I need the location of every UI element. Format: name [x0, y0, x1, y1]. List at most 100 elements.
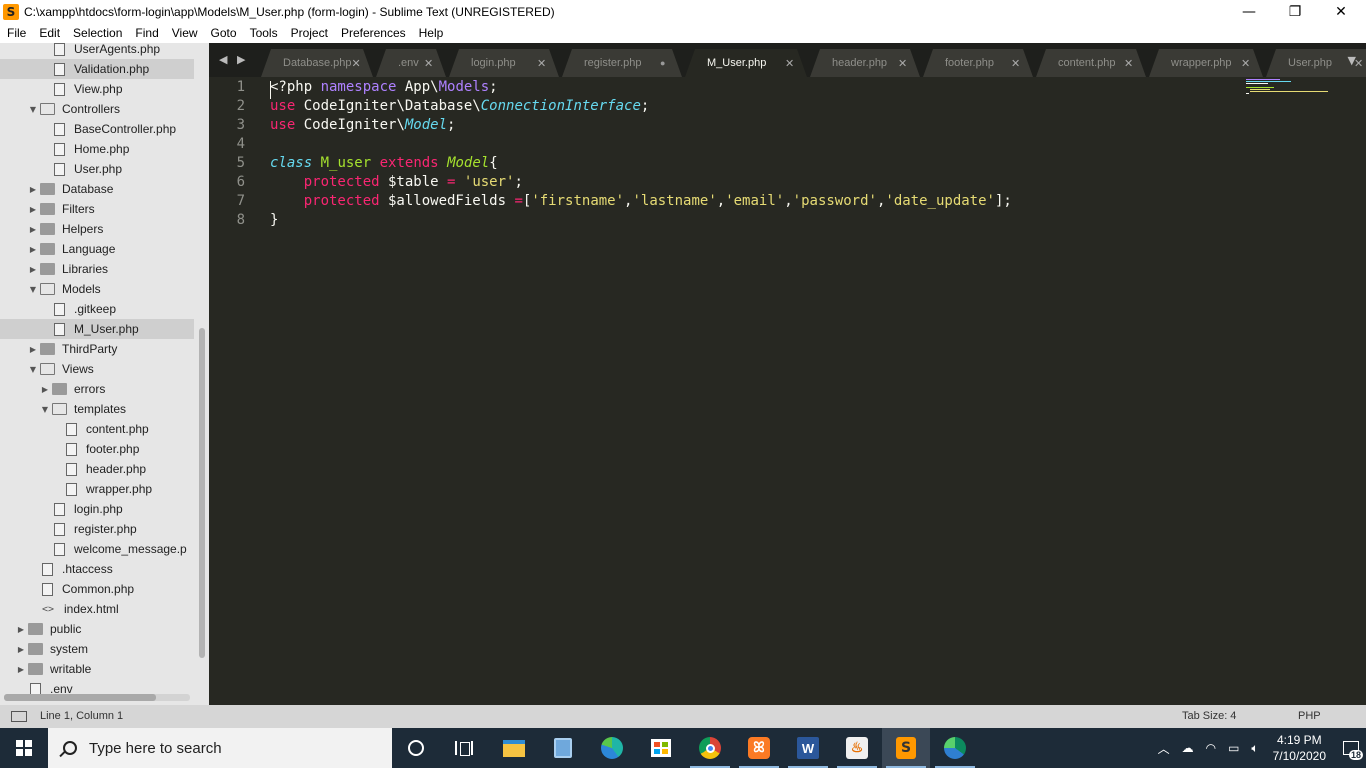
- collapsed-arrow-icon[interactable]: ▶: [28, 225, 38, 234]
- word-button[interactable]: W: [784, 728, 832, 768]
- tab-overflow-chevron-icon[interactable]: ▼: [1348, 54, 1356, 67]
- battery-icon[interactable]: ▭: [1228, 741, 1239, 755]
- sidebar-item[interactable]: ▶ Language: [0, 239, 194, 259]
- code-line[interactable]: protected $table = 'user';: [270, 173, 523, 192]
- tab-close-icon[interactable]: ✕: [1241, 57, 1263, 70]
- collapsed-arrow-icon[interactable]: ▶: [16, 625, 26, 634]
- chrome-button[interactable]: [686, 728, 734, 768]
- collapsed-arrow-icon[interactable]: ▶: [28, 185, 38, 194]
- file-explorer-button[interactable]: [490, 728, 538, 768]
- sidebar-item[interactable]: M_User.php: [0, 319, 194, 339]
- java-button[interactable]: ♨: [833, 728, 881, 768]
- taskbar-search-box[interactable]: Type here to search: [48, 728, 392, 768]
- collapsed-arrow-icon[interactable]: ▶: [28, 345, 38, 354]
- menu-file[interactable]: File: [0, 26, 32, 40]
- sidebar-item[interactable]: Common.php: [0, 579, 194, 599]
- sidebar-item[interactable]: ▼ Models: [0, 279, 194, 299]
- tab-close-icon[interactable]: ✕: [898, 57, 920, 70]
- cortana-button[interactable]: [392, 728, 440, 768]
- panel-toggle-icon[interactable]: [11, 711, 27, 722]
- collapsed-arrow-icon[interactable]: ▶: [16, 645, 26, 654]
- chevron-up-icon[interactable]: ︿: [1158, 740, 1170, 757]
- collapsed-arrow-icon[interactable]: ▶: [28, 205, 38, 214]
- sidebar-item[interactable]: UserAgents.php: [0, 43, 194, 59]
- sidebar-item[interactable]: ▶ public: [0, 619, 194, 639]
- restore-button[interactable]: ❐: [1272, 0, 1318, 23]
- tab[interactable]: .env ✕: [376, 49, 446, 77]
- collapsed-arrow-icon[interactable]: ▶: [16, 665, 26, 674]
- tab-close-icon[interactable]: ✕: [785, 57, 807, 70]
- collapsed-arrow-icon[interactable]: ▶: [28, 245, 38, 254]
- tab[interactable]: content.php ✕: [1036, 49, 1146, 77]
- sidebar-item[interactable]: ▼ Views: [0, 359, 194, 379]
- syntax-indicator[interactable]: PHP: [1298, 710, 1321, 722]
- tab-nav-arrows-icon[interactable]: ◀ ▶: [219, 53, 248, 66]
- editor-vertical-scrollbar[interactable]: [1355, 77, 1366, 705]
- sidebar-item[interactable]: welcome_message.p: [0, 539, 194, 559]
- code-line[interactable]: }: [270, 211, 278, 230]
- sidebar-item[interactable]: ▶ Helpers: [0, 219, 194, 239]
- tab[interactable]: register.php ●: [562, 49, 682, 77]
- menu-goto[interactable]: Goto: [204, 26, 243, 40]
- unsaved-dot-icon[interactable]: ●: [660, 58, 682, 68]
- code-line[interactable]: use CodeIgniter\Database\ConnectionInter…: [270, 97, 649, 116]
- tab[interactable]: header.php ✕: [810, 49, 920, 77]
- sidebar-item[interactable]: header.php: [0, 459, 194, 479]
- xampp-button[interactable]: ꕤ: [735, 728, 783, 768]
- menu-find[interactable]: Find: [128, 26, 164, 40]
- code-line[interactable]: class M_user extends Model{: [270, 154, 498, 173]
- sidebar-item[interactable]: content.php: [0, 419, 194, 439]
- minimap[interactable]: [1246, 79, 1332, 95]
- sidebar-item[interactable]: ▶ writable: [0, 659, 194, 679]
- sidebar-item[interactable]: login.php: [0, 499, 194, 519]
- sidebar-item[interactable]: Validation.php: [0, 59, 194, 79]
- start-button[interactable]: [0, 728, 48, 768]
- virtualbox-button[interactable]: [539, 728, 587, 768]
- sidebar-item[interactable]: ▶ Libraries: [0, 259, 194, 279]
- close-button[interactable]: ✕: [1318, 0, 1364, 23]
- sidebar-item[interactable]: register.php: [0, 519, 194, 539]
- edge-button[interactable]: [588, 728, 636, 768]
- tab[interactable]: Database.php ✕: [261, 49, 373, 77]
- menu-help[interactable]: Help: [412, 26, 450, 40]
- sidebar-item[interactable]: ▶ ThirdParty: [0, 339, 194, 359]
- tab-close-icon[interactable]: ✕: [352, 57, 374, 70]
- menu-edit[interactable]: Edit: [32, 26, 66, 40]
- sidebar-item[interactable]: View.php: [0, 79, 194, 99]
- tab-close-icon[interactable]: ✕: [1011, 57, 1033, 70]
- collapsed-arrow-icon[interactable]: ▶: [40, 385, 50, 394]
- sidebar-item[interactable]: .htaccess: [0, 559, 194, 579]
- sidebar-horizontal-scrollbar[interactable]: [4, 694, 156, 701]
- sidebar-item[interactable]: BaseController.php: [0, 119, 194, 139]
- store-button[interactable]: [637, 728, 685, 768]
- cloud-icon[interactable]: ☁: [1182, 741, 1194, 755]
- sidebar-item[interactable]: ▼ templates: [0, 399, 194, 419]
- expanded-arrow-icon[interactable]: ▼: [28, 365, 38, 374]
- tab-close-icon[interactable]: ✕: [537, 57, 559, 70]
- menu-selection[interactable]: Selection: [66, 26, 128, 40]
- wifi-icon[interactable]: ◠: [1206, 741, 1216, 755]
- sidebar-item[interactable]: <> index.html: [0, 599, 194, 619]
- tab[interactable]: login.php ✕: [449, 49, 559, 77]
- tab-close-icon[interactable]: ✕: [1124, 57, 1146, 70]
- expanded-arrow-icon[interactable]: ▼: [28, 105, 38, 114]
- code-line[interactable]: use CodeIgniter\Model;: [270, 116, 455, 135]
- menu-project[interactable]: Project: [284, 26, 334, 40]
- sidebar-item[interactable]: ▶ Filters: [0, 199, 194, 219]
- tab[interactable]: wrapper.php ✕: [1149, 49, 1263, 77]
- sidebar-vertical-scrollbar[interactable]: [199, 328, 205, 658]
- sidebar-item[interactable]: Home.php: [0, 139, 194, 159]
- edge-dev-button[interactable]: [931, 728, 979, 768]
- sublime-text-button[interactable]: S: [882, 728, 930, 768]
- sidebar-item[interactable]: footer.php: [0, 439, 194, 459]
- clock[interactable]: 4:19 PM 7/10/2020: [1273, 732, 1326, 764]
- tab-size-indicator[interactable]: Tab Size: 4: [1182, 710, 1236, 722]
- minimize-button[interactable]: —: [1226, 0, 1272, 23]
- tab[interactable]: footer.php ✕: [923, 49, 1033, 77]
- collapsed-arrow-icon[interactable]: ▶: [28, 265, 38, 274]
- tab[interactable]: M_User.php ✕: [685, 49, 807, 77]
- sidebar-item[interactable]: User.php: [0, 159, 194, 179]
- expanded-arrow-icon[interactable]: ▼: [40, 405, 50, 414]
- sidebar-item[interactable]: ▶ system: [0, 639, 194, 659]
- tab-close-icon[interactable]: ✕: [424, 57, 446, 70]
